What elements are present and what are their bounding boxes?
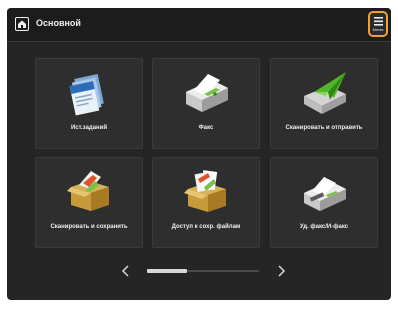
tile-label: Сканировать и сохранить [50, 224, 128, 230]
scan-send-icon [304, 72, 346, 114]
menu-icon [374, 17, 383, 26]
scan-store-icon [67, 171, 109, 211]
chevron-right-icon[interactable] [275, 264, 287, 278]
remote-fax-icon [304, 177, 346, 211]
tile-job-history[interactable]: Ист.заданий [35, 58, 143, 149]
menu-button[interactable]: Меню [368, 11, 388, 37]
stored-files-icon [184, 170, 226, 212]
tile-scan-and-store[interactable]: Сканировать и сохранить [35, 157, 143, 248]
tile-stored-files[interactable]: Доступ к сохр. файлам [152, 157, 260, 248]
history-icon [69, 74, 104, 116]
tile-label: Ист.заданий [70, 125, 108, 131]
home-icon[interactable] [15, 17, 29, 31]
top-bar: Основной Меню [7, 8, 391, 42]
tile-label: Факс [198, 125, 214, 131]
menu-label: Меню [372, 27, 384, 32]
page-indicator [7, 262, 391, 282]
device-screen: Основной Меню Ист.заданий Факс Сканирова… [7, 8, 391, 300]
screen-title: Основной [36, 18, 81, 28]
tile-fax[interactable]: Факс [152, 58, 260, 149]
page-scroll-track[interactable] [147, 269, 259, 273]
chevron-left-icon[interactable] [120, 264, 132, 278]
tile-label: Сканировать и отправить [285, 125, 363, 131]
page-scroll-thumb[interactable] [147, 269, 187, 273]
tile-label: Уд. факс/И-факс [299, 224, 349, 230]
tile-scan-and-send[interactable]: Сканировать и отправить [270, 58, 378, 149]
fax-icon [186, 74, 228, 112]
tile-label: Доступ к сохр. файлам [171, 224, 241, 230]
tile-remote-fax[interactable]: Уд. факс/И-факс [270, 157, 378, 248]
